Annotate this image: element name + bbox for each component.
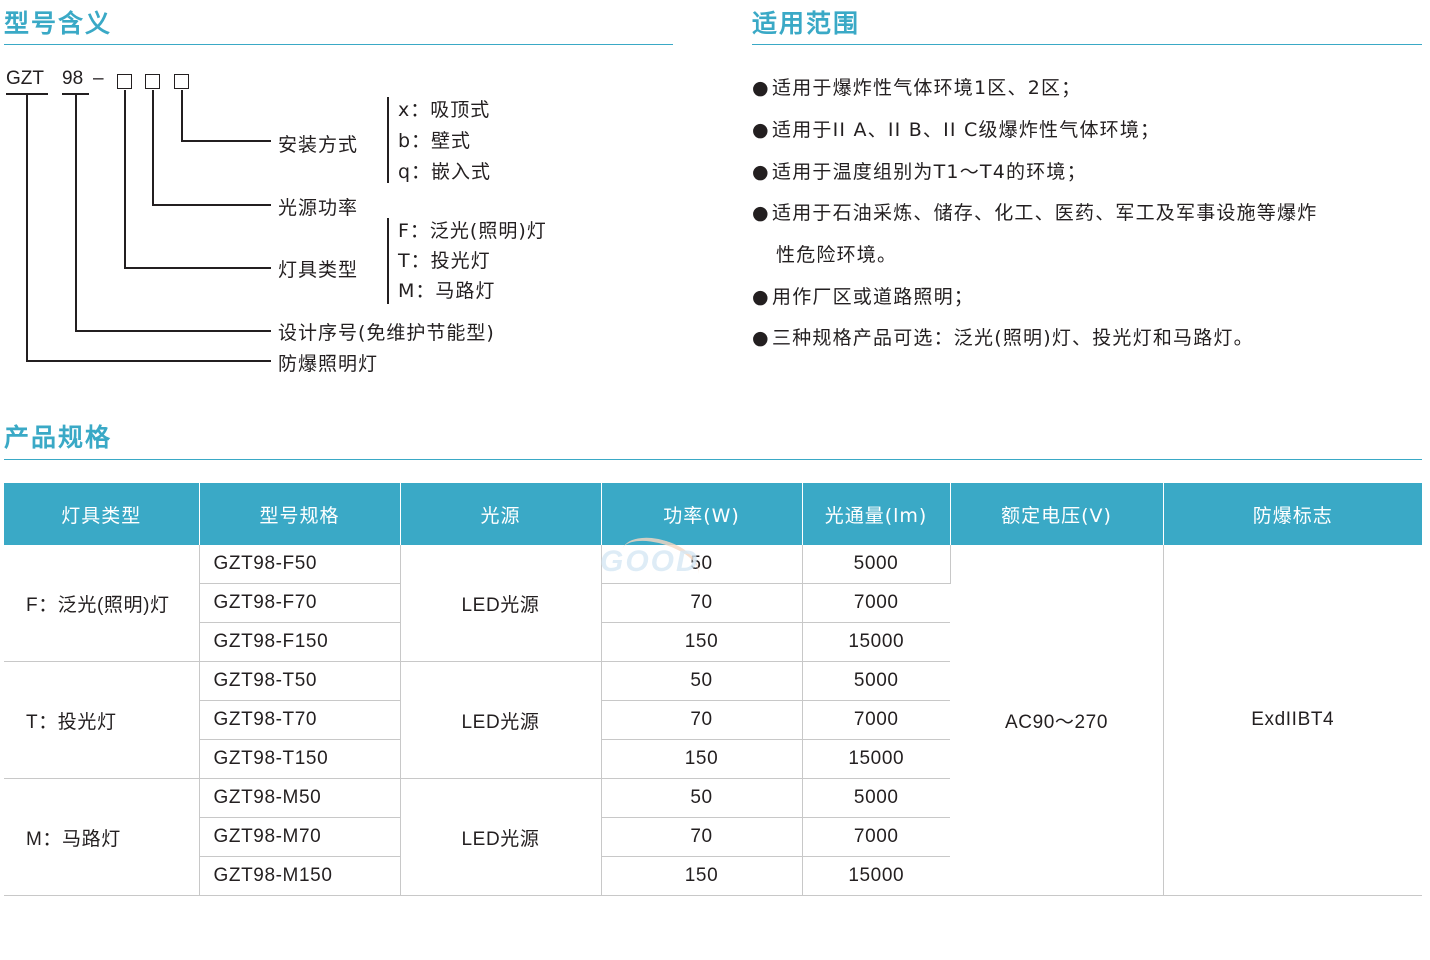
- source-cell: LED光源: [400, 778, 602, 896]
- scope-item: ● 用作厂区或道路照明；: [752, 286, 975, 308]
- model-cell: GZT98-M50: [199, 778, 401, 818]
- type-option: T：投光灯: [398, 250, 491, 272]
- connector-design: [75, 94, 77, 331]
- type-option: F：泛光(照明)灯: [398, 220, 547, 242]
- placeholder-box-power: [145, 74, 160, 89]
- header-flux: 光通量(lm): [802, 483, 951, 545]
- product-label: 防爆照明灯: [278, 353, 379, 375]
- type-label: 灯具类型: [278, 259, 359, 281]
- install-options-bracket: [387, 97, 389, 183]
- connector-product: [26, 94, 28, 361]
- lamp-type-cell: T：投光灯: [4, 661, 200, 779]
- model-cell: GZT98-T50: [199, 661, 401, 701]
- model-cell: GZT98-F70: [199, 583, 401, 623]
- flux-cell: 15000: [802, 622, 950, 662]
- section-title-model-meaning: 型号含义: [4, 9, 113, 38]
- model-series: 98: [62, 68, 84, 89]
- model-cell: GZT98-T70: [199, 700, 401, 740]
- lamp-type-cell: F：泛光(照明)灯: [4, 545, 200, 662]
- power-cell: 70: [601, 817, 803, 857]
- placeholder-box-type: [117, 74, 132, 89]
- voltage-cell: AC90～270: [950, 545, 1164, 896]
- connector-design: [75, 330, 271, 332]
- header-lamp-type: 灯具类型: [4, 483, 200, 545]
- scope-item-continued: 性危险环境。: [776, 244, 898, 266]
- bullet-icon: ●: [752, 119, 770, 141]
- power-cell: 150: [601, 622, 803, 662]
- flux-cell: 5000: [802, 545, 951, 584]
- connector-install: [181, 140, 271, 142]
- flux-cell: 7000: [802, 583, 950, 623]
- model-cell: GZT98-M150: [199, 856, 401, 896]
- scope-item: ● 三种规格产品可选：泛光(照明)灯、投光灯和马路灯。: [752, 327, 1254, 349]
- scope-item: ● 适用于II A、II B、II C级爆炸性气体环境；: [752, 119, 1161, 141]
- section-divider: [752, 44, 1422, 45]
- model-meaning-diagram: GZT 98 – 安装方式 光源功率 灯具类型 设计序号(免维护节能型) 防爆照…: [0, 60, 620, 390]
- connector-type: [124, 90, 126, 268]
- power-cell: 70: [601, 583, 803, 623]
- type-options-bracket: [387, 218, 389, 304]
- power-cell: 150: [601, 856, 803, 896]
- header-model: 型号规格: [199, 483, 401, 545]
- install-option: q：嵌入式: [398, 161, 492, 183]
- placeholder-box-install: [174, 74, 189, 89]
- model-cell: GZT98-M70: [199, 817, 401, 857]
- flux-cell: 15000: [802, 856, 950, 896]
- section-title-spec: 产品规格: [4, 423, 113, 452]
- model-cell: GZT98-F50: [199, 545, 401, 584]
- power-cell: 70: [601, 700, 803, 740]
- flux-cell: 15000: [802, 739, 950, 779]
- power-label: 光源功率: [278, 197, 359, 219]
- connector-type: [124, 267, 271, 269]
- section-title-scope: 适用范围: [752, 9, 861, 38]
- flux-cell: 5000: [802, 778, 950, 818]
- model-prefix: GZT: [6, 68, 44, 89]
- header-power: 功率(W): [601, 483, 803, 545]
- connector-install: [181, 90, 183, 141]
- install-label: 安装方式: [278, 134, 359, 156]
- source-cell: LED光源: [400, 661, 602, 779]
- power-cell: 50: [601, 778, 803, 818]
- connector-power: [152, 90, 154, 205]
- bullet-icon: ●: [752, 286, 770, 308]
- flux-cell: 5000: [802, 661, 950, 701]
- section-divider: [4, 44, 673, 45]
- flux-cell: 7000: [802, 700, 950, 740]
- header-ex-mark: 防爆标志: [1163, 483, 1422, 545]
- model-cell: GZT98-T150: [199, 739, 401, 779]
- type-option: M：马路灯: [398, 280, 496, 302]
- design-label: 设计序号(免维护节能型): [278, 322, 495, 344]
- install-option: x：吸顶式: [398, 99, 491, 121]
- scope-item: ● 适用于温度组别为T1～T4的环境；: [752, 161, 1087, 183]
- ex-mark-cell: ExdIIBT4: [1163, 545, 1422, 896]
- bullet-icon: ●: [752, 161, 770, 183]
- section-divider: [4, 459, 1422, 460]
- power-cell: 150: [601, 739, 803, 779]
- lamp-type-cell: M：马路灯: [4, 778, 200, 896]
- bullet-icon: ●: [752, 327, 770, 349]
- table-row: F：泛光(照明)灯 GZT98-F50 LED光源 50 5000 AC90～2…: [4, 545, 1422, 896]
- bullet-icon: ●: [752, 77, 770, 99]
- bullet-icon: ●: [752, 202, 770, 224]
- model-cell: GZT98-F150: [199, 622, 401, 662]
- watermark: GOOD: [600, 545, 700, 578]
- source-cell: LED光源: [400, 545, 602, 662]
- model-dash: –: [93, 68, 104, 89]
- power-cell: 50: [601, 661, 803, 701]
- header-voltage: 额定电压(V): [950, 483, 1164, 545]
- scope-item: ● 适用于爆炸性气体环境1区、2区；: [752, 77, 1082, 99]
- spec-table: 灯具类型 型号规格 光源 功率(W) 光通量(lm) 额定电压(V) 防爆标志 …: [4, 483, 1422, 896]
- connector-power: [152, 204, 271, 206]
- table-header-row: 灯具类型 型号规格 光源 功率(W) 光通量(lm) 额定电压(V) 防爆标志: [4, 483, 1422, 545]
- header-source: 光源: [400, 483, 602, 545]
- install-option: b：壁式: [398, 130, 472, 152]
- connector-product: [26, 360, 271, 362]
- scope-item: ● 适用于石油采炼、储存、化工、医药、军工及军事设施等爆炸: [752, 202, 1318, 224]
- flux-cell: 7000: [802, 817, 950, 857]
